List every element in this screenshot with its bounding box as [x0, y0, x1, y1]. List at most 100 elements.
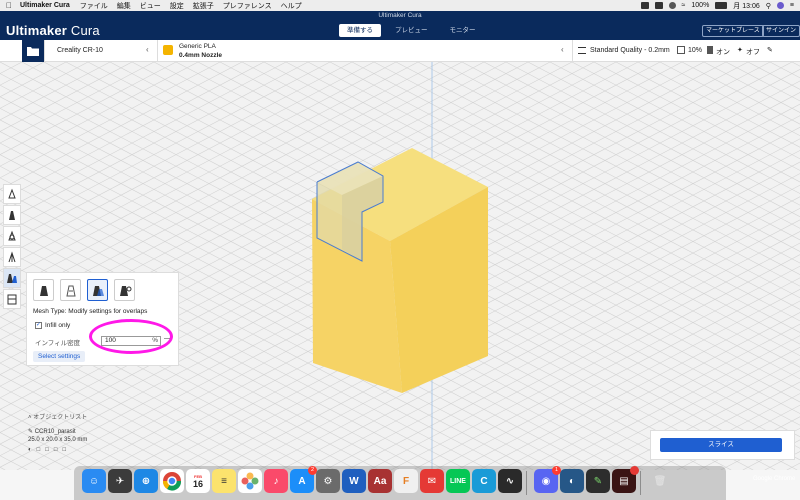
window-titlebar: Ultimaker Cura [0, 11, 800, 21]
mesh-type-overlap-button[interactable] [87, 279, 108, 301]
build-plate-grid [0, 62, 800, 470]
chrome-icon[interactable] [160, 469, 184, 493]
menu-help[interactable]: ヘルプ [281, 1, 302, 11]
siri-icon[interactable] [776, 2, 784, 9]
chevron-left-icon[interactable]: ‹ [561, 45, 564, 54]
chevron-left-icon[interactable]: ‹ [146, 45, 149, 54]
mail-icon[interactable]: ✉ [420, 469, 444, 493]
quality-icon [578, 47, 586, 54]
marketplace-button[interactable]: マーケットプレース [702, 25, 764, 37]
clock[interactable]: 月 13:06 [733, 1, 759, 11]
slice-button[interactable]: スライス [660, 438, 782, 452]
battery-percent[interactable]: 100% [691, 2, 709, 9]
object-name-row[interactable]: ✎ CCR10_parasit [28, 428, 87, 435]
cura-logo: Ultimaker Cura [6, 23, 100, 38]
tab-monitor[interactable]: モニター [442, 24, 484, 37]
macos-dock: ☺ ✈ ⊕ FEB 16 ≡ ♪ A2 ⚙ W Aa F ✉ LINE C ∿ … [74, 466, 726, 500]
adhesion-icon: ✦ [737, 47, 743, 54]
edit-settings-icon[interactable]: ✎ [767, 46, 773, 54]
menubar-app-name[interactable]: Ultimaker Cura [20, 2, 70, 9]
build-plate-viewport[interactable] [0, 62, 800, 470]
scale-icon [9, 211, 15, 220]
signin-button[interactable]: サインイン [762, 25, 800, 37]
search-icon[interactable]: ⚲ [766, 2, 771, 10]
per-model-settings-button[interactable] [3, 268, 21, 288]
discord-icon[interactable]: ◉ 1 [534, 466, 561, 493]
quality-profile[interactable]: Standard Quality - 0.2mm [590, 47, 670, 54]
battery-icon[interactable] [715, 2, 728, 9]
line-icon[interactable]: LINE [446, 469, 470, 493]
menubar-status-area: ≈ 100% 月 13:06 ⚲ ≡ [640, 1, 794, 11]
material-color-icon [163, 45, 173, 55]
object-list-header[interactable]: ˄ オブジェクトリスト [28, 412, 87, 421]
overlap-mesh-icon [92, 286, 104, 296]
status-icon[interactable] [654, 2, 663, 9]
status-icon[interactable] [668, 2, 676, 9]
cura-icon[interactable]: C [472, 469, 496, 493]
normal-mesh-icon [39, 286, 48, 296]
mirror-icon [8, 251, 16, 263]
rotate-tool-button[interactable] [3, 226, 21, 246]
per-model-settings-icon [7, 274, 17, 283]
apple-icon[interactable]:  [6, 1, 12, 10]
tab-prepare[interactable]: 準備する [339, 24, 381, 37]
select-settings-button[interactable]: Select settings [33, 351, 86, 362]
adhesion-status[interactable]: オフ [746, 47, 760, 57]
mesh-type-support-button[interactable] [60, 279, 81, 301]
highlight-circle [89, 319, 173, 354]
music-icon[interactable]: ♪ [264, 469, 288, 493]
main-toolbar: Creality CR-10 ‹ Generic PLA 0.4mm Nozzl… [0, 40, 800, 62]
open-file-button[interactable] [22, 40, 44, 62]
per-model-settings-panel: Mesh Type: Modify settings for overlaps … [26, 272, 179, 366]
menu-file[interactable]: ファイル [80, 1, 108, 11]
infill-only-label: Infill only [45, 322, 71, 329]
support-icon [707, 46, 713, 54]
printer-selector[interactable]: Creality CR-10 [57, 47, 103, 54]
mesh-type-infill-button[interactable] [114, 279, 135, 301]
appstore-icon[interactable]: A2 [290, 466, 317, 493]
red-app-icon[interactable]: ▤ [612, 466, 639, 493]
mesh-type-normal-button[interactable] [33, 279, 54, 301]
launchpad-icon[interactable]: ✈ [108, 469, 132, 493]
tab-preview[interactable]: プレビュー [387, 24, 436, 37]
photos-icon[interactable] [238, 469, 262, 493]
trash-icon[interactable]: 🗑 [648, 469, 672, 493]
support-blocker-button[interactable] [3, 289, 21, 309]
infill-only-checkbox[interactable]: ✓ [35, 322, 42, 329]
window-title: Ultimaker Cura [378, 12, 422, 19]
menu-edit[interactable]: 編集 [117, 1, 131, 11]
menu-extensions[interactable]: 拡張子 [193, 1, 214, 11]
move-tool-button[interactable] [3, 184, 21, 204]
control-center-icon[interactable]: ≡ [790, 2, 794, 9]
material-name[interactable]: Generic PLA [179, 43, 216, 50]
mirror-tool-button[interactable] [3, 247, 21, 267]
infill-percent[interactable]: 10% [688, 47, 702, 54]
menu-view[interactable]: ビュー [140, 1, 161, 11]
menu-settings[interactable]: 設定 [170, 1, 184, 11]
wifi-icon[interactable]: ≈ [682, 2, 686, 9]
dictionary-icon[interactable]: Aa [368, 469, 392, 493]
nozzle-size[interactable]: 0.4mm Nozzle [179, 52, 222, 59]
view-orientation-icons[interactable]: ◐□□□□ [28, 447, 87, 453]
audio-app-icon[interactable]: ∿ [498, 469, 522, 493]
rotate-icon [8, 230, 16, 241]
support-blocker-icon [7, 294, 17, 305]
fusion-icon[interactable]: F [394, 469, 418, 493]
safari-icon[interactable]: ⊕ [134, 469, 158, 493]
status-icon[interactable] [640, 2, 649, 9]
word-icon[interactable]: W [342, 469, 366, 493]
notes-icon[interactable]: ≡ [212, 469, 236, 493]
menu-preferences[interactable]: プレファレンス [223, 1, 272, 11]
system-preferences-icon[interactable]: ⚙ [316, 469, 340, 493]
stage-tabs: 準備する プレビュー モニター [339, 24, 484, 37]
transform-toolbar [3, 184, 21, 309]
scale-tool-button[interactable] [3, 205, 21, 225]
mesh-type-label: Mesh Type: Modify settings for overlaps [33, 308, 148, 315]
support-status[interactable]: オン [716, 47, 730, 57]
finder-icon[interactable]: ☺ [82, 469, 106, 493]
filmora-icon[interactable]: ✎ [586, 469, 610, 493]
folder-icon [27, 47, 39, 56]
blender-icon[interactable]: ◐ [560, 469, 584, 493]
calendar-icon[interactable]: FEB 16 [186, 469, 210, 493]
object-list: ˄ オブジェクトリスト ✎ CCR10_parasit 25.0 x 20.0 … [28, 412, 87, 453]
